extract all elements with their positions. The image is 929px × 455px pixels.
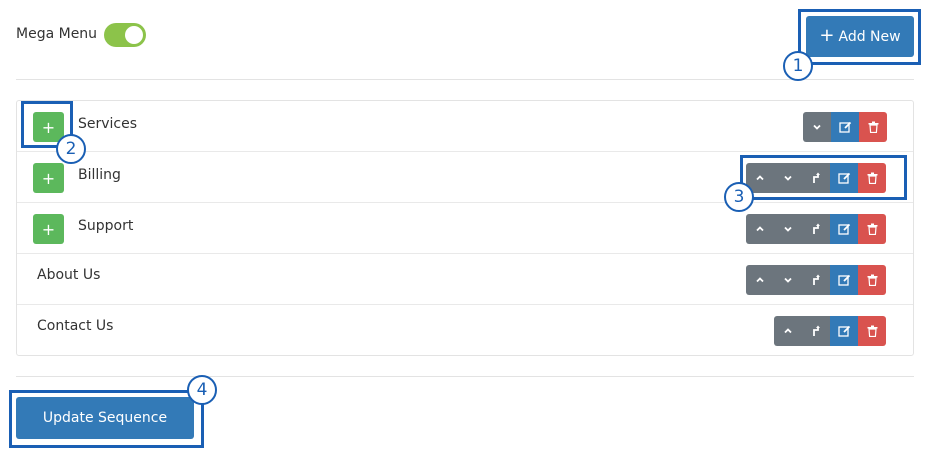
move-down-button[interactable] (774, 214, 802, 244)
edit-button[interactable] (830, 316, 858, 346)
edit-icon (837, 274, 850, 286)
header-divider (16, 79, 914, 80)
delete-button[interactable] (859, 112, 887, 142)
move-up-button[interactable] (746, 214, 774, 244)
edit-button[interactable] (830, 265, 858, 295)
chevron-up-icon (756, 226, 764, 232)
expand-support-button[interactable]: + (33, 214, 64, 244)
trash-icon (867, 274, 877, 286)
edit-button[interactable] (831, 112, 859, 142)
mega-menu-label: Mega Menu (16, 26, 98, 42)
menu-item-label: About Us (37, 267, 101, 283)
move-out-icon (813, 223, 820, 234)
move-down-button[interactable] (774, 265, 802, 295)
row-actions (774, 316, 886, 346)
menu-item-label: Services (78, 116, 138, 132)
edit-icon (838, 121, 851, 133)
delete-button[interactable] (858, 316, 886, 346)
chevron-up-icon (756, 277, 764, 283)
menu-item-row: About Us (17, 254, 913, 305)
trash-icon (868, 121, 878, 133)
menu-item-row: Contact Us (17, 305, 913, 356)
edit-icon (837, 325, 850, 337)
edit-button[interactable] (830, 214, 858, 244)
callout-box-4 (9, 390, 204, 448)
menu-item-label: Support (78, 218, 134, 234)
toggle-knob (125, 26, 143, 44)
move-down-button[interactable] (803, 112, 831, 142)
callout-marker-4: 4 (187, 375, 217, 405)
footer-divider (16, 376, 914, 377)
chevron-down-icon (784, 226, 792, 232)
edit-icon (837, 223, 850, 235)
move-up-button[interactable] (774, 316, 802, 346)
move-out-button[interactable] (802, 214, 830, 244)
move-out-icon (813, 325, 820, 336)
expand-billing-button[interactable]: + (33, 163, 64, 193)
row-actions (746, 214, 886, 244)
callout-box-3 (740, 155, 907, 200)
plus-icon: + (41, 168, 56, 188)
move-out-button[interactable] (802, 316, 830, 346)
move-up-button[interactable] (746, 265, 774, 295)
callout-marker-3: 3 (724, 182, 754, 212)
menu-item-row: + Support (17, 203, 913, 254)
callout-box-1 (798, 9, 921, 65)
trash-icon (867, 223, 877, 235)
menu-item-label: Contact Us (37, 318, 114, 334)
delete-button[interactable] (858, 214, 886, 244)
chevron-down-icon (813, 124, 821, 130)
mega-menu-toggle[interactable] (104, 23, 146, 47)
trash-icon (867, 325, 877, 337)
move-out-button[interactable] (802, 265, 830, 295)
row-actions (803, 112, 887, 142)
menu-item-label: Billing (78, 167, 121, 183)
move-out-icon (813, 274, 820, 285)
callout-marker-2: 2 (56, 134, 86, 164)
menu-items-list: + Services + Billing + Support About Us … (16, 100, 914, 356)
delete-button[interactable] (858, 265, 886, 295)
plus-icon: + (41, 219, 56, 239)
row-actions (746, 265, 886, 295)
callout-marker-1: 1 (783, 51, 813, 81)
chevron-down-icon (784, 277, 792, 283)
chevron-up-icon (784, 328, 792, 334)
menu-item-row: + Services (17, 101, 913, 152)
